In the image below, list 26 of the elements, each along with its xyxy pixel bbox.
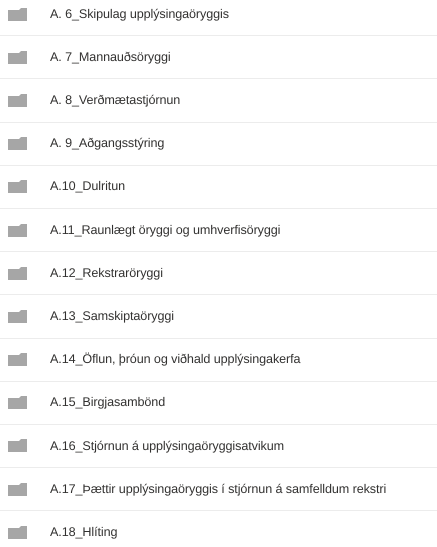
folder-name[interactable]: A.15_Birgjasambönd [50, 393, 166, 412]
folder-name[interactable]: A.16_Stjórnun á upplýsingaöryggisatvikum [50, 436, 284, 456]
folder-name[interactable]: A.10_Dulritun [50, 177, 126, 196]
folder-name[interactable]: A. 6_Skipulag upplýsingaöryggis [50, 4, 229, 24]
folder-icon [8, 224, 27, 237]
folder-icon [8, 180, 27, 194]
folder-name[interactable]: A. 7_Mannauðsöryggi [50, 48, 171, 67]
folder-icon [8, 353, 27, 366]
folder-icon [8, 439, 27, 452]
folder-icon [8, 482, 27, 496]
folder-icon [8, 526, 27, 540]
folder-icon [8, 396, 27, 410]
folder-name[interactable]: A.18_Hlíting [50, 523, 118, 542]
folder-name[interactable]: A.17_Þættir upplýsingaöryggis í stjórnun á samfelldum rekstri [50, 480, 386, 499]
folder-name[interactable]: A.13_Samskiptaöryggi [50, 306, 174, 326]
folder-icon [8, 94, 27, 107]
folder-icon [8, 266, 27, 280]
folder-name[interactable]: A. 8_Verðmætastjórnun [50, 91, 180, 110]
folder-icon [8, 8, 27, 21]
folder-name[interactable]: A.12_Rekstraröryggi [50, 264, 163, 283]
folder-icon [8, 137, 27, 150]
folder-icon [8, 310, 27, 323]
folder-name[interactable]: A.14_Öflun, þróun og viðhald upplýsingakerfa [50, 350, 300, 370]
folder-name[interactable]: A.11_Raunlægt öryggi og umhverfisöryggi [50, 220, 280, 240]
folder-icon [8, 50, 27, 64]
folder-name[interactable]: A. 9_Aðgangsstýring [50, 134, 164, 154]
